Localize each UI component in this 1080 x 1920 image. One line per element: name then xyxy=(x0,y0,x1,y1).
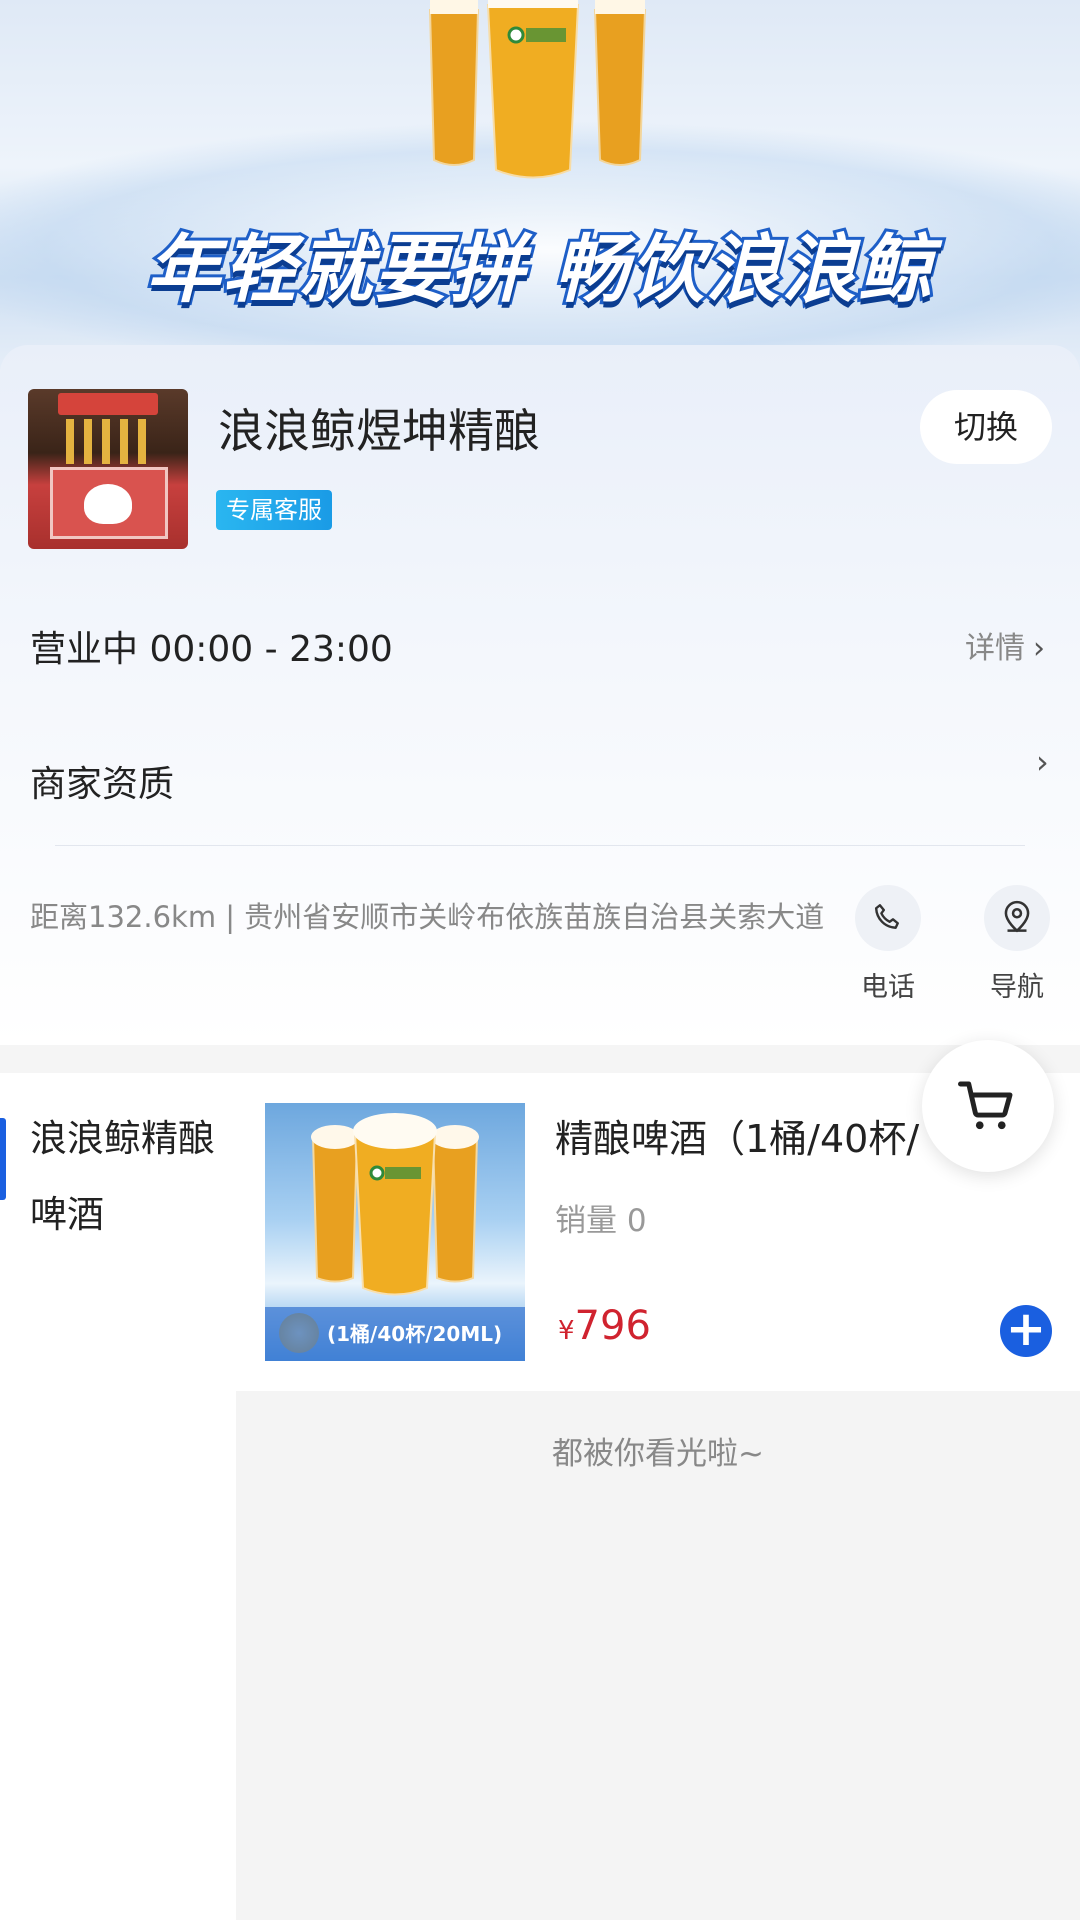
product-beer-glasses-image xyxy=(311,1113,479,1296)
navigation-button[interactable]: 导航 xyxy=(967,885,1067,1004)
add-to-cart-button[interactable]: + xyxy=(1000,1305,1052,1357)
category-selected-indicator xyxy=(0,1118,6,1200)
detail-label: 详情 xyxy=(965,631,1025,666)
hours-detail-link[interactable]: 详情 › xyxy=(965,623,1045,667)
product-section: 浪浪鲸精酿啤酒 (1桶/40杯/20ML) 精酿啤酒（1桶/40杯/ 销量 0 … xyxy=(0,1073,1080,1920)
navigation-icon xyxy=(984,885,1050,951)
chevron-right-icon: › xyxy=(1036,743,1049,781)
shopping-cart-button[interactable] xyxy=(922,1040,1054,1172)
business-hours: 营业中 00:00 - 23:00 xyxy=(30,629,393,670)
store-address: 距离132.6km | 贵州省安顺市关岭布依族苗族自治县关索大道 xyxy=(30,900,825,934)
thumb-logo xyxy=(84,484,132,524)
category-item[interactable]: 浪浪鲸精酿啤酒 xyxy=(30,1101,240,1253)
store-name: 浪浪鲸煜坤精酿 xyxy=(218,404,540,458)
product-image[interactable]: (1桶/40杯/20ML) xyxy=(265,1103,525,1361)
navigation-label: 导航 xyxy=(990,972,1044,1003)
product-title[interactable]: 精酿啤酒（1桶/40杯/ xyxy=(555,1108,955,1163)
cart-icon xyxy=(958,1081,1013,1130)
plus-icon: + xyxy=(1005,1301,1047,1357)
product-image-caption: (1桶/40杯/20ML) xyxy=(265,1307,525,1361)
banner-slogan: 年轻就要拼 畅饮浪浪鲸 xyxy=(143,224,935,316)
merchant-qualification-row[interactable]: 商家资质 xyxy=(30,755,174,807)
switch-store-button[interactable]: 切换 xyxy=(920,390,1052,464)
list-end-text: 都被你看光啦~ xyxy=(552,1436,764,1472)
product-sales: 销量 0 xyxy=(555,1203,647,1239)
store-thumbnail[interactable] xyxy=(28,389,188,549)
product-price: ¥796 xyxy=(558,1303,651,1349)
divider xyxy=(55,845,1025,846)
store-info-card: 浪浪鲸煜坤精酿 专属客服 切换 营业中 00:00 - 23:00 详情 › 商家… xyxy=(0,345,1080,1045)
phone-button[interactable]: 电话 xyxy=(838,885,938,1004)
currency-symbol: ¥ xyxy=(558,1316,575,1346)
thumb-sign xyxy=(58,393,158,415)
phone-icon xyxy=(855,885,921,951)
exclusive-service-tag[interactable]: 专属客服 xyxy=(216,490,332,530)
chevron-right-icon: › xyxy=(1033,631,1045,666)
thumb-taps xyxy=(66,419,156,464)
phone-label: 电话 xyxy=(861,972,915,1003)
beer-glasses-image xyxy=(428,0,647,179)
price-amount: 796 xyxy=(574,1303,651,1349)
promo-banner[interactable]: 年轻就要拼 畅饮浪浪鲸 xyxy=(0,0,1080,370)
